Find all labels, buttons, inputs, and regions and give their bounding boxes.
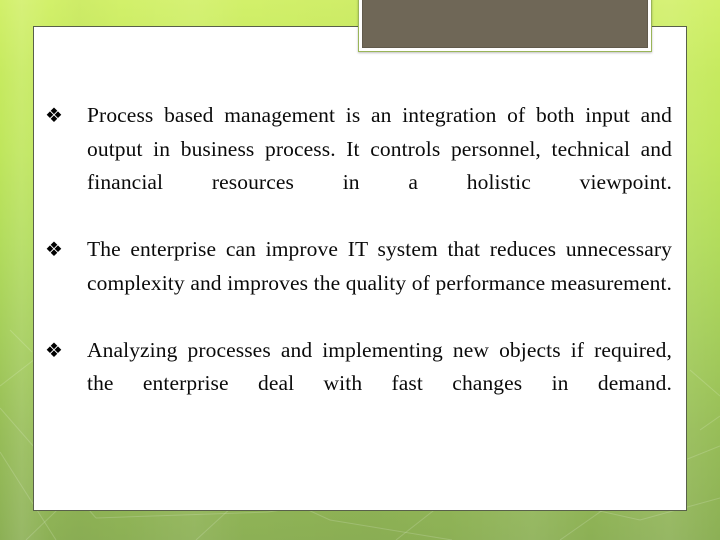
- list-item: ❖ Process based management is an integra…: [39, 99, 672, 233]
- diamond-bullet-icon: ❖: [45, 337, 63, 362]
- bullet-text: Analyzing processes and implementing new…: [87, 337, 672, 396]
- diamond-bullet-icon: ❖: [45, 237, 63, 261]
- diamond-bullet-icon: ❖: [45, 103, 63, 127]
- slide-content-panel: ❖ Process based management is an integra…: [33, 26, 687, 511]
- list-item: ❖ The enterprise can improve IT system t…: [39, 233, 672, 334]
- bullet-list: ❖ Process based management is an integra…: [34, 27, 686, 434]
- presentation-slide: ❖ Process based management is an integra…: [0, 0, 720, 540]
- image-placeholder: [358, 0, 652, 52]
- bullet-text: The enterprise can improve IT system tha…: [87, 237, 672, 295]
- image-placeholder-fill: [362, 0, 648, 48]
- list-item: ❖ Analyzing processes and implementing n…: [39, 334, 672, 435]
- bullet-text: Process based management is an integrati…: [87, 103, 672, 194]
